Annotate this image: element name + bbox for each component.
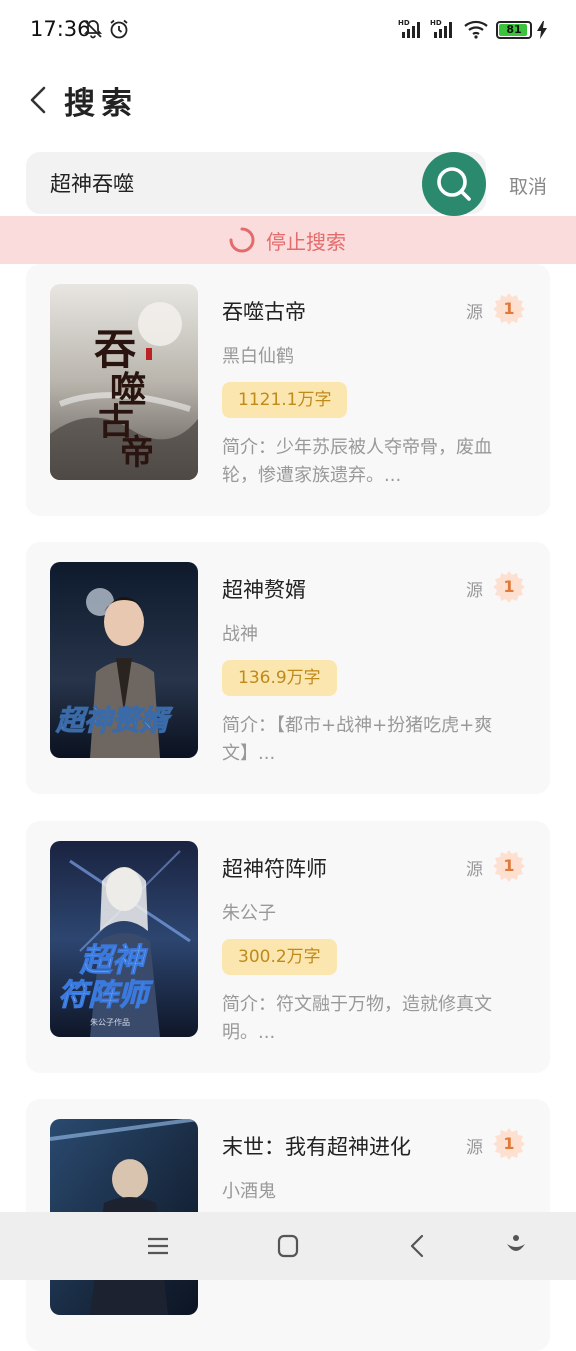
back-icon[interactable] [402, 1232, 434, 1260]
book-cover: 超神赘婿 [50, 562, 198, 758]
search-button[interactable] [422, 152, 486, 216]
svg-text:朱公子作品: 朱公子作品 [90, 1017, 130, 1027]
svg-text:超神赘婿: 超神赘婿 [55, 704, 173, 737]
book-title: 超神符阵师 [222, 857, 327, 881]
source-count: 1 [503, 299, 515, 318]
assistant-icon[interactable] [500, 1232, 532, 1260]
source-count-badge[interactable]: 1 [492, 1127, 526, 1161]
mute-bell-icon [83, 20, 103, 39]
source-count-badge[interactable]: 1 [492, 570, 526, 604]
source-label: 源 [466, 860, 483, 880]
battery-level: 81 [506, 23, 522, 36]
book-cover: 超神 符阵师 朱公子作品 [50, 841, 198, 1037]
source-count: 1 [503, 856, 515, 875]
search-box [26, 152, 486, 214]
home-icon[interactable] [272, 1232, 304, 1260]
cancel-button[interactable]: 取消 [509, 172, 547, 199]
source-count: 1 [503, 577, 515, 596]
svg-text:HD: HD [430, 19, 442, 27]
hd-signal-icon: HD [430, 19, 452, 38]
menu-icon[interactable] [142, 1232, 174, 1260]
result-card[interactable]: 吞 噬 古 帝 吞噬古帝 黑白仙鹤 1121.1万字 简介：少年苏辰被人夺帝骨，… [26, 264, 550, 516]
loading-spinner-icon [229, 227, 255, 253]
chevron-left-icon[interactable] [22, 82, 58, 118]
system-nav-bar [0, 1212, 576, 1280]
page-title: 搜索 [64, 86, 138, 122]
book-intro: 简介：【都市+战神+扮猪吃虎+爽文】... [222, 715, 493, 764]
book-author: 黑白仙鹤 [222, 346, 294, 367]
svg-text:帝: 帝 [120, 433, 154, 473]
wifi-icon [464, 20, 488, 39]
hd-signal-icon: HD [398, 19, 420, 38]
battery-icon: 81 [496, 21, 532, 39]
book-author: 朱公子 [222, 903, 276, 924]
charging-icon [537, 21, 547, 39]
source-count: 1 [503, 1134, 515, 1153]
svg-text:符阵师: 符阵师 [58, 978, 153, 1013]
svg-text:吞: 吞 [94, 325, 136, 374]
alarm-icon [110, 19, 128, 39]
svg-text:超神: 超神 [79, 941, 148, 979]
source-count-badge[interactable]: 1 [492, 849, 526, 883]
book-author: 小酒鬼 [222, 1181, 276, 1202]
result-card[interactable]: 超神赘婿 超神赘婿 战神 136.9万字 简介：【都市+战神+扮猪吃虎+爽文】.… [26, 542, 550, 794]
word-count-badge: 136.9万字 [222, 660, 337, 696]
word-count-badge: 300.2万字 [222, 939, 337, 975]
search-input[interactable] [50, 152, 430, 214]
book-title: 末世：我有超神进化 [222, 1135, 411, 1159]
source-label: 源 [466, 581, 483, 601]
book-title: 超神赘婿 [222, 578, 306, 602]
stop-search-label: 停止搜索 [266, 229, 346, 254]
word-count-badge: 1121.1万字 [222, 382, 348, 418]
source-label: 源 [466, 303, 483, 323]
book-intro: 简介：符文融于万物，造就修真文明。... [222, 994, 492, 1043]
book-author: 战神 [222, 624, 258, 645]
book-intro: 简介：少年苏辰被人夺帝骨，废血轮，惨遭家族遗弃。... [222, 437, 492, 486]
book-title: 吞噬古帝 [222, 300, 306, 324]
search-icon [437, 167, 471, 201]
header: 搜索 [0, 70, 576, 130]
status-bar: 17:36 HD HD 81 [0, 0, 576, 60]
stop-search-button[interactable]: 停止搜索 [0, 216, 576, 264]
source-count-badge[interactable]: 1 [492, 292, 526, 326]
book-cover: 吞 噬 古 帝 [50, 284, 198, 480]
source-label: 源 [466, 1138, 483, 1158]
result-card[interactable]: 超神 符阵师 朱公子作品 超神符阵师 朱公子 300.2万字 简介：符文融于万物… [26, 821, 550, 1073]
svg-text:HD: HD [398, 19, 410, 27]
